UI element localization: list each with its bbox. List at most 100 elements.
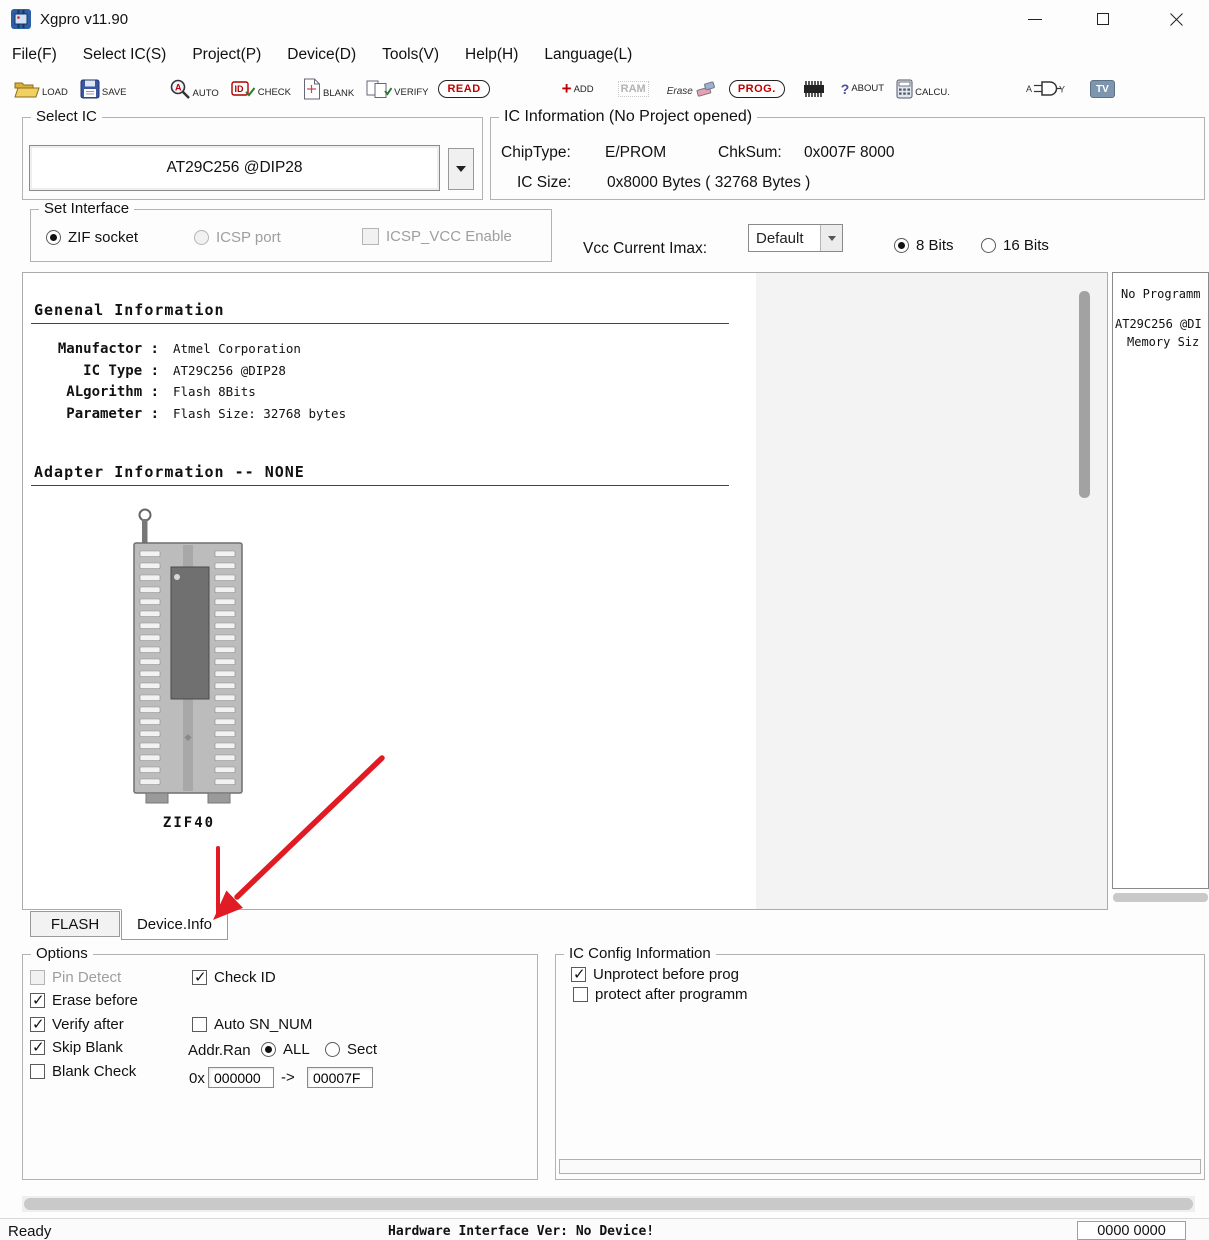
config-horizontal-scrollbar[interactable] (559, 1159, 1201, 1174)
ic-information-group: IC Information (No Project opened) ChipT… (490, 117, 1205, 200)
eraser-icon (695, 81, 717, 97)
menu-help[interactable]: Help(H) (465, 46, 518, 64)
floppy-icon (80, 79, 100, 99)
vertical-scrollbar[interactable] (1079, 291, 1090, 498)
pin-detect-checkbox[interactable]: Pin Detect (30, 969, 121, 986)
counter-value: 0000 0000 (1097, 1223, 1166, 1239)
and-gate-icon: A Y (1026, 79, 1066, 99)
blank-page-icon (303, 78, 321, 100)
set-interface-group: Set Interface ZIF socket ICSP port ICSP_… (30, 209, 552, 262)
checkbox-mark (362, 228, 379, 245)
vcc-imax-dropdown[interactable]: Default (748, 224, 843, 252)
menu-device[interactable]: Device(D) (287, 46, 356, 64)
checkbox-mark (30, 1017, 45, 1032)
ram-icon: RAM (618, 81, 649, 97)
svg-text:Y: Y (1059, 85, 1065, 95)
auto-label: AUTO (193, 89, 219, 101)
close-button[interactable] (1159, 5, 1193, 33)
tab-flash[interactable]: FLASH (30, 911, 120, 937)
read-oval-icon: READ (438, 80, 489, 98)
ic-combo-dropdown-button[interactable] (448, 148, 474, 190)
maximize-button[interactable] (1086, 5, 1120, 33)
checkbox-mark (571, 967, 586, 982)
skip-blank-label: Skip Blank (52, 1039, 123, 1056)
erase-before-checkbox[interactable]: Erase before (30, 992, 138, 1009)
chip-type-value: E/PROM (605, 144, 666, 162)
check-id-label: Check ID (214, 969, 276, 986)
radio-mark (894, 238, 909, 253)
protect-after-checkbox[interactable]: protect after programm (573, 986, 748, 1003)
verify-after-checkbox[interactable]: Verify after (30, 1016, 124, 1033)
blank-check-checkbox[interactable]: Blank Check (30, 1063, 136, 1080)
radio-mark (981, 238, 996, 253)
calcu-button[interactable]: CALCU. (896, 79, 950, 99)
zif-socket-image (129, 505, 249, 805)
close-icon (1169, 12, 1184, 27)
verify-button[interactable]: VERIFY (366, 79, 428, 100)
icsp-vcc-checkbox[interactable]: ICSP_VCC Enable (362, 228, 512, 245)
maximize-icon (1097, 13, 1109, 25)
tab-device-info[interactable]: Device.Info (121, 909, 228, 940)
status-ready: Ready (8, 1223, 51, 1240)
auto-button[interactable]: A AUTO (169, 78, 219, 100)
load-button[interactable]: LOAD (14, 79, 68, 99)
bits8-radio[interactable]: 8 Bits (894, 237, 954, 254)
selected-ic: AT29C256 @DIP28 (166, 159, 302, 177)
addr-all-radio[interactable]: ALL (261, 1041, 310, 1058)
zif-socket-radio[interactable]: ZIF socket (46, 229, 138, 246)
bits16-radio[interactable]: 16 Bits (981, 237, 1049, 254)
ic-test-button[interactable] (801, 79, 827, 99)
addr-sect-radio[interactable]: Sect (325, 1041, 377, 1058)
dropdown-button[interactable] (820, 225, 842, 251)
menu-project[interactable]: Project(P) (192, 46, 261, 64)
field-label: ALgorithm : (31, 382, 159, 403)
tab-flash-label: FLASH (51, 916, 99, 933)
protect-after-label: protect after programm (595, 986, 748, 1003)
divider (31, 485, 729, 486)
device-fields: Manufactor : Atmel Corporation IC Type :… (31, 339, 346, 424)
prog-button[interactable]: PROG. (729, 80, 785, 98)
listbox-horizontal-scrollbar[interactable] (1113, 893, 1208, 902)
verify-label: VERIFY (394, 88, 428, 100)
app-icon (10, 8, 32, 30)
tv-button[interactable]: TV (1090, 80, 1115, 98)
save-button[interactable]: SAVE (80, 79, 127, 99)
range-start-input[interactable] (208, 1067, 274, 1088)
field-value: AT29C256 @DIP28 (159, 363, 346, 378)
addr-range-label: Addr.Ran (188, 1042, 251, 1059)
options-group: Options Pin Detect Check ID Erase before… (22, 954, 538, 1180)
menu-file[interactable]: File(F) (12, 46, 57, 64)
logic-test-button[interactable]: A Y (1026, 79, 1066, 99)
blank-button[interactable]: BLANK (303, 78, 354, 100)
menu-select-ic[interactable]: Select IC(S) (83, 46, 167, 64)
chip-type-label: ChipType: (501, 144, 571, 162)
about-button[interactable]: ? ABOUT (841, 83, 884, 95)
main-horizontal-scrollbar[interactable] (22, 1196, 1195, 1212)
verify-after-label: Verify after (52, 1016, 124, 1033)
auto-sn-checkbox[interactable]: Auto SN_NUM (192, 1016, 312, 1033)
programmer-status-list[interactable]: No Programm AT29C256 @DI Memory Siz (1112, 272, 1209, 889)
unprotect-checkbox[interactable]: Unprotect before prog (571, 966, 739, 983)
minimize-button[interactable] (1018, 5, 1052, 33)
tv-icon: TV (1090, 80, 1115, 98)
svg-text:A: A (1026, 84, 1032, 94)
skip-blank-checkbox[interactable]: Skip Blank (30, 1039, 123, 1056)
scrollbar-thumb[interactable] (24, 1198, 1193, 1210)
ic-combo-value[interactable]: AT29C256 @DIP28 (29, 145, 440, 191)
icsp-port-radio[interactable]: ICSP port (194, 229, 281, 246)
check-id-button[interactable]: ID CHECK (231, 79, 291, 99)
calcu-label: CALCU. (915, 88, 950, 100)
vcc-imax-label: Vcc Current Imax: (583, 240, 707, 258)
svg-text:A: A (175, 83, 182, 93)
menu-tools[interactable]: Tools(V) (382, 46, 439, 64)
menu-language[interactable]: Language(L) (544, 46, 632, 64)
ram-button[interactable]: RAM (618, 81, 649, 97)
checkbox-mark (30, 970, 45, 985)
add-button[interactable]: + ADD (562, 82, 594, 96)
read-button[interactable]: READ (438, 80, 489, 98)
erase-button[interactable]: Erase (667, 81, 717, 97)
range-end-input[interactable] (307, 1067, 373, 1088)
check-id-checkbox[interactable]: Check ID (192, 969, 276, 986)
status-counter: 0000 0000 (1077, 1221, 1186, 1240)
adapter-info-heading: Adapter Information -- NONE (34, 463, 305, 481)
